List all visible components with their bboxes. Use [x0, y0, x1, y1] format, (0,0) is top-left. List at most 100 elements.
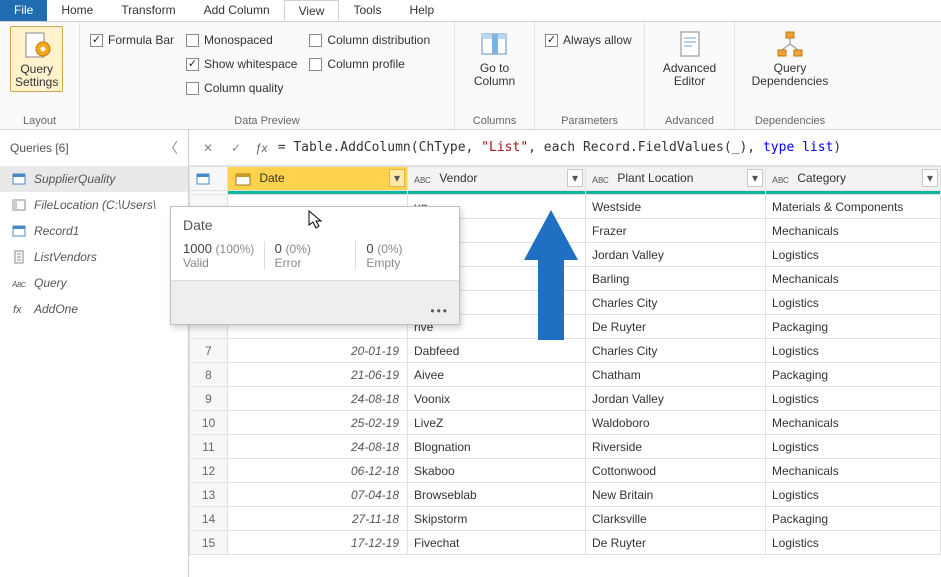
cell-category[interactable]: Logistics — [766, 531, 941, 555]
cell-category[interactable]: Materials & Components — [766, 195, 941, 219]
cell-category[interactable]: Logistics — [766, 435, 941, 459]
table-row[interactable]: 1517-12-19FivechatDe RuyterLogistics — [190, 531, 941, 555]
table-row[interactable]: 1025-02-19LiveZWaldoboroMechanicals — [190, 411, 941, 435]
goto-column-button[interactable]: Go to Column — [470, 26, 519, 90]
column-filter-button[interactable]: ▾ — [922, 169, 938, 187]
cell-category[interactable]: Logistics — [766, 291, 941, 315]
cell-category[interactable]: Mechanicals — [766, 267, 941, 291]
tooltip-more-button[interactable]: ••• — [430, 304, 449, 318]
query-item-supplierquality[interactable]: SupplierQuality — [0, 166, 188, 192]
cell-vendor[interactable]: Browseblab — [408, 483, 586, 507]
table-row[interactable]: 1124-08-18BlognationRiversideLogistics — [190, 435, 941, 459]
cell-plant[interactable]: Barling — [586, 267, 766, 291]
menu-file[interactable]: File — [0, 0, 47, 21]
advanced-editor-button[interactable]: Advanced Editor — [659, 26, 720, 90]
table-row[interactable]: 821-06-19AiveeChathamPackaging — [190, 363, 941, 387]
menu-add-column[interactable]: Add Column — [190, 0, 284, 21]
cell-vendor[interactable]: Skipstorm — [408, 507, 586, 531]
cell-plant[interactable]: Clarksville — [586, 507, 766, 531]
cell-plant[interactable]: Charles City — [586, 291, 766, 315]
menu-help[interactable]: Help — [395, 0, 448, 21]
always-allow-checkbox[interactable]: Always allow — [545, 30, 632, 50]
fx-icon: ƒx — [255, 141, 268, 155]
cell-date[interactable]: 06-12-18 — [228, 459, 408, 483]
cell-category[interactable]: Packaging — [766, 507, 941, 531]
column-filter-button[interactable]: ▾ — [567, 169, 583, 187]
cancel-formula-button[interactable]: ✕ — [199, 139, 217, 157]
cell-category[interactable]: Mechanicals — [766, 459, 941, 483]
cell-category[interactable]: Logistics — [766, 483, 941, 507]
table-row[interactable]: 720-01-19DabfeedCharles CityLogistics — [190, 339, 941, 363]
column-distribution-checkbox[interactable]: Column distribution — [309, 30, 430, 50]
cell-date[interactable]: 25-02-19 — [228, 411, 408, 435]
formula-bar-checkbox[interactable]: Formula Bar — [90, 30, 174, 50]
cell-date[interactable]: 24-08-18 — [228, 435, 408, 459]
cell-date[interactable]: 17-12-19 — [228, 531, 408, 555]
cell-vendor[interactable]: Dabfeed — [408, 339, 586, 363]
table-row[interactable]: 924-08-18VoonixJordan ValleyLogistics — [190, 387, 941, 411]
cell-plant[interactable]: Cottonwood — [586, 459, 766, 483]
cell-plant[interactable]: Chatham — [586, 363, 766, 387]
monospaced-checkbox[interactable]: Monospaced — [186, 30, 297, 50]
column-header-category[interactable]: ABC Category ▾ — [766, 167, 941, 191]
query-item-filelocation[interactable]: FileLocation (C:\Users\ — [0, 192, 188, 218]
query-settings-button[interactable]: Query Settings — [10, 26, 63, 92]
menu-view[interactable]: View — [284, 0, 340, 21]
row-number: 14 — [190, 507, 228, 531]
cell-plant[interactable]: De Ruyter — [586, 315, 766, 339]
column-profile-checkbox[interactable]: Column profile — [309, 54, 430, 74]
cell-date[interactable]: 21-06-19 — [228, 363, 408, 387]
menu-transform[interactable]: Transform — [107, 0, 189, 21]
cell-vendor[interactable]: LiveZ — [408, 411, 586, 435]
query-item-listvendors[interactable]: ListVendors — [0, 244, 188, 270]
query-item-record1[interactable]: Record1 — [0, 218, 188, 244]
cell-date[interactable]: 27-11-18 — [228, 507, 408, 531]
table-row[interactable]: 1307-04-18BrowseblabNew BritainLogistics — [190, 483, 941, 507]
table-row[interactable]: 1427-11-18SkipstormClarksvillePackaging — [190, 507, 941, 531]
cell-vendor[interactable]: Fivechat — [408, 531, 586, 555]
column-header-vendor[interactable]: ABC Vendor ▾ — [408, 167, 586, 191]
cell-plant[interactable]: Waldoboro — [586, 411, 766, 435]
column-filter-button[interactable]: ▾ — [747, 169, 763, 187]
checkbox-icon — [186, 34, 199, 47]
table-row[interactable]: 1206-12-18SkabooCottonwoodMechanicals — [190, 459, 941, 483]
cell-date[interactable]: 20-01-19 — [228, 339, 408, 363]
cell-plant[interactable]: Jordan Valley — [586, 243, 766, 267]
commit-formula-button[interactable]: ✓ — [227, 139, 245, 157]
cell-category[interactable]: Mechanicals — [766, 219, 941, 243]
cell-vendor[interactable]: Blognation — [408, 435, 586, 459]
query-dependencies-button[interactable]: Query Dependencies — [748, 26, 833, 90]
cell-plant[interactable]: New Britain — [586, 483, 766, 507]
menu-tools[interactable]: Tools — [339, 0, 395, 21]
collapse-pane-button[interactable]: 〈 — [164, 138, 178, 158]
show-whitespace-checkbox[interactable]: Show whitespace — [186, 54, 297, 74]
column-filter-button[interactable]: ▾ — [389, 169, 405, 187]
column-quality-checkbox[interactable]: Column quality — [186, 78, 297, 98]
select-all-corner[interactable] — [190, 167, 228, 191]
query-item-addone[interactable]: fx AddOne — [0, 296, 188, 322]
query-item-query[interactable]: ABC Query — [0, 270, 188, 296]
cell-plant[interactable]: Frazer — [586, 219, 766, 243]
cell-plant[interactable]: Jordan Valley — [586, 387, 766, 411]
cell-vendor[interactable]: Aivee — [408, 363, 586, 387]
cell-category[interactable]: Logistics — [766, 339, 941, 363]
cell-category[interactable]: Logistics — [766, 243, 941, 267]
cell-category[interactable]: Mechanicals — [766, 411, 941, 435]
cell-vendor[interactable]: Skaboo — [408, 459, 586, 483]
cell-plant[interactable]: Westside — [586, 195, 766, 219]
cell-plant[interactable]: De Ruyter — [586, 531, 766, 555]
abc-icon: ABC — [12, 276, 26, 290]
document-code-icon — [674, 28, 706, 60]
column-header-plant[interactable]: ABC Plant Location ▾ — [586, 167, 766, 191]
cell-date[interactable]: 24-08-18 — [228, 387, 408, 411]
formula-text[interactable]: = Table.AddColumn(ChType, "List", each R… — [278, 140, 842, 155]
cell-date[interactable]: 07-04-18 — [228, 483, 408, 507]
cell-category[interactable]: Packaging — [766, 315, 941, 339]
cell-vendor[interactable]: Voonix — [408, 387, 586, 411]
column-header-date[interactable]: Date ▾ — [228, 167, 408, 191]
cell-category[interactable]: Packaging — [766, 363, 941, 387]
cell-plant[interactable]: Charles City — [586, 339, 766, 363]
menu-home[interactable]: Home — [47, 0, 107, 21]
cell-category[interactable]: Logistics — [766, 387, 941, 411]
cell-plant[interactable]: Riverside — [586, 435, 766, 459]
